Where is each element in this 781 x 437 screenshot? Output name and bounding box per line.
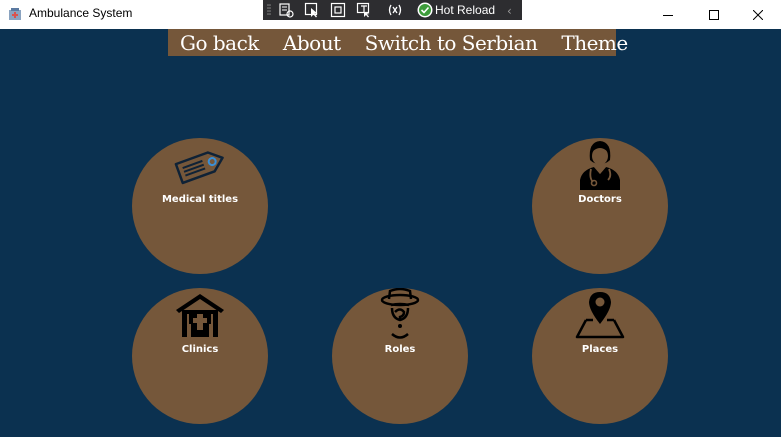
tag-icon bbox=[174, 151, 224, 185]
grip-icon[interactable] bbox=[267, 3, 271, 17]
tile-places[interactable]: Places bbox=[532, 288, 668, 424]
select-element-icon[interactable] bbox=[304, 2, 320, 18]
close-button[interactable] bbox=[735, 0, 781, 29]
menu-switch-language[interactable]: Switch to Serbian bbox=[353, 31, 550, 55]
map-pin-icon bbox=[575, 292, 625, 339]
menu-about[interactable]: About bbox=[271, 31, 353, 55]
maximize-button[interactable] bbox=[691, 0, 737, 29]
tile-label: Clinics bbox=[181, 344, 219, 355]
tile-label: Places bbox=[581, 344, 619, 355]
track-focus-icon[interactable] bbox=[356, 2, 372, 18]
tile-doctors[interactable]: Doctors bbox=[532, 138, 668, 274]
tile-label: Roles bbox=[384, 344, 416, 355]
menu-theme[interactable]: Theme bbox=[549, 31, 639, 55]
minimize-button[interactable] bbox=[645, 0, 691, 29]
tile-label: Medical titles bbox=[161, 194, 239, 205]
menu-go-back[interactable]: Go back bbox=[168, 31, 271, 55]
close-icon bbox=[753, 9, 763, 20]
doctor-icon bbox=[580, 141, 620, 190]
tile-label: Doctors bbox=[578, 194, 622, 205]
collapse-toolbar-icon[interactable]: ‹ bbox=[507, 4, 512, 18]
hot-reload-check-icon[interactable] bbox=[417, 2, 433, 18]
display-layout-adorners-icon[interactable] bbox=[330, 2, 346, 18]
ambulance-app-icon bbox=[9, 8, 21, 20]
hospital-icon bbox=[176, 294, 224, 337]
binding-failures-icon[interactable] bbox=[387, 2, 403, 18]
tile-clinics[interactable]: Clinics bbox=[132, 288, 268, 424]
tile-medical-titles[interactable]: Medical titles bbox=[132, 138, 268, 274]
minimize-icon bbox=[663, 14, 673, 16]
hot-reload-label[interactable]: Hot Reload bbox=[435, 3, 495, 17]
window-title: Ambulance System bbox=[29, 6, 133, 20]
maximize-icon bbox=[709, 9, 719, 20]
tile-roles[interactable]: Roles bbox=[332, 288, 468, 424]
live-visual-tree-icon[interactable] bbox=[278, 2, 294, 18]
detective-icon bbox=[380, 288, 420, 339]
main-menu: Go back About Switch to Serbian Theme bbox=[168, 29, 628, 56]
